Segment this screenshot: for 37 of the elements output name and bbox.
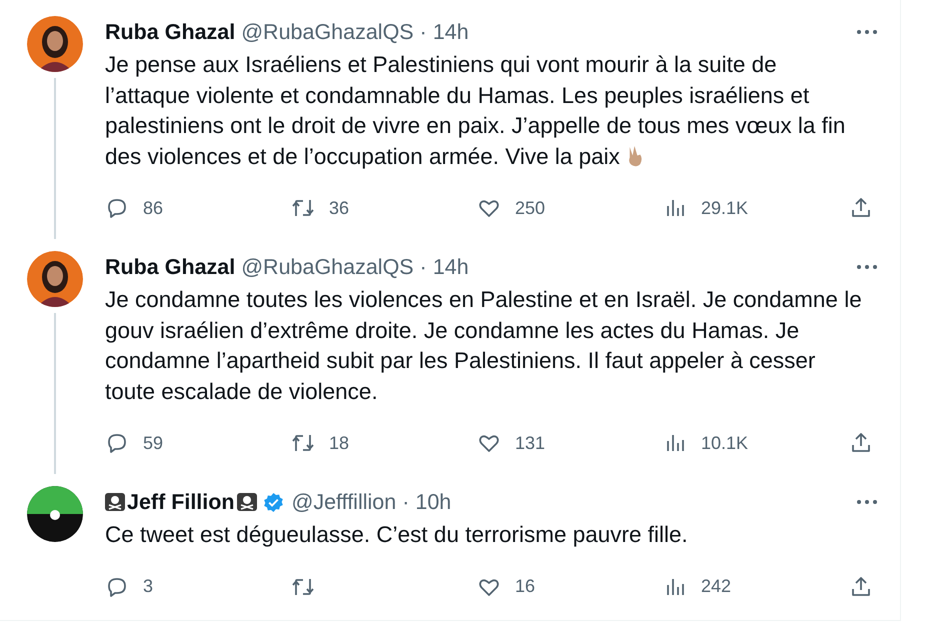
avatar-photo-placeholder[interactable] [27, 251, 83, 307]
like-count: 250 [515, 198, 546, 218]
author-name[interactable]: Jeff Fillion [127, 490, 234, 514]
author-handle[interactable]: @Jefffillion [292, 490, 396, 514]
post-time[interactable]: 14h [432, 20, 469, 44]
skull-icon [236, 493, 256, 511]
skull-icon [105, 493, 125, 511]
separator-dot: · [402, 490, 410, 514]
author-handle[interactable]: @RubaGhazalQS [241, 254, 414, 280]
share-icon[interactable] [849, 196, 873, 220]
tweet-text: Je pense aux Israéliens et Palestiniens qui vont mourir à la suite de l’attaque violente et condamnable du Hamas. Les peuples israéliens et palestiniens ont le droit de vivre en paix. J’appelle de tous mes vœux la fin des violences et de l’occupation armée. Vive la paix [105, 51, 846, 171]
share-icon[interactable] [849, 574, 873, 598]
repost-count: 36 [329, 198, 350, 218]
views-count: 10.1K [701, 432, 748, 454]
reply-icon[interactable] [105, 431, 129, 455]
like-count: 131 [515, 432, 546, 454]
views-count: 29.1K [701, 198, 748, 218]
like-count: 16 [515, 576, 536, 597]
reply-count: 86 [143, 198, 164, 218]
repost-count: 18 [329, 432, 350, 454]
reply-icon[interactable] [105, 196, 129, 220]
author-handle[interactable]: @RubaGhazalQS [241, 20, 414, 44]
tweet-text: Je condamne toutes les violences en Palestine et en Israël. Je condamne le gouv israélien d’extrême droite. Je condamne les actes du Hamas. Je condamne l’apartheid subit par les Palestiniens. Il faut appeler à cesser toute escalade de violence. [105, 286, 863, 406]
author-name[interactable]: Ruba Ghazal [105, 20, 236, 44]
avatar-logo-placeholder[interactable] [27, 486, 83, 542]
author-name[interactable]: Ruba Ghazal [105, 254, 236, 280]
reply-count: 59 [143, 432, 164, 454]
views-count: 242 [701, 576, 732, 597]
separator-dot: · [420, 254, 427, 280]
separator-dot: · [420, 20, 427, 44]
post-time[interactable]: 10h [415, 490, 452, 514]
verified-badge-icon [262, 492, 284, 512]
tweet-text: Ce tweet est dégueulasse. C’est du terrorisme pauvre fille. [105, 521, 689, 549]
post-time[interactable]: 14h [432, 254, 469, 280]
avatar-photo-placeholder[interactable] [27, 16, 83, 72]
reply-count: 3 [143, 576, 154, 597]
share-icon[interactable] [849, 431, 873, 455]
